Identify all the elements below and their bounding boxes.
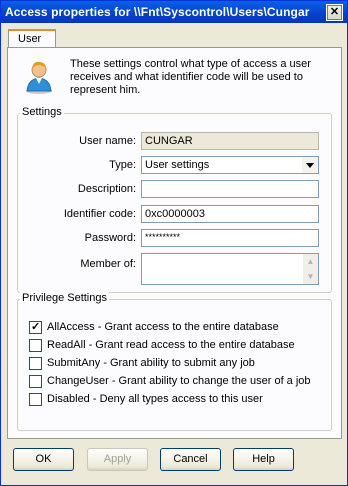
allaccess-checkbox[interactable]: ✓ <box>29 321 42 334</box>
disabled-checkbox[interactable] <box>29 393 42 406</box>
readall-label[interactable]: ReadAll - Grant read access to the entir… <box>47 339 295 351</box>
description-label: Description: <box>77 183 136 195</box>
type-select[interactable]: User settings <box>141 156 319 174</box>
readall-checkbox[interactable] <box>29 339 42 352</box>
user-tab-panel: These settings control what type of acce… <box>7 47 342 439</box>
dialog-window: Access properties for \\Fnt\Syscontrol\U… <box>0 0 348 486</box>
member-of-list[interactable]: ▲ ▼ <box>141 253 319 285</box>
changeuser-checkbox[interactable] <box>29 375 42 388</box>
description-text: These settings control what type of acce… <box>70 58 311 96</box>
disabled-label[interactable]: Disabled - Deny all types access to this… <box>47 393 263 405</box>
user-name-field: CUNGAR <box>141 132 319 150</box>
cancel-button[interactable]: Cancel <box>160 448 221 471</box>
identifier-label: Identifier code: <box>63 208 136 220</box>
window-title: Access properties for \\Fnt\Syscontrol\U… <box>5 5 310 19</box>
tab-user[interactable]: User <box>8 29 56 49</box>
changeuser-label[interactable]: ChangeUser - Grant ability to change the… <box>47 375 311 387</box>
chevron-down-icon[interactable] <box>301 157 318 173</box>
checkmark-icon: ✓ <box>31 321 41 333</box>
help-button[interactable]: Help <box>233 448 294 471</box>
title-bar[interactable]: Access properties for \\Fnt\Syscontrol\U… <box>1 1 347 23</box>
tab-user-label: User <box>18 33 42 45</box>
user-avatar-icon <box>26 61 52 94</box>
password-label: Password: <box>84 232 136 244</box>
scroll-down-icon[interactable]: ▼ <box>303 269 318 284</box>
type-select-value: User settings <box>145 159 210 171</box>
ok-button[interactable]: OK <box>13 448 74 471</box>
scroll-up-icon[interactable]: ▲ <box>303 254 318 269</box>
settings-legend: Settings <box>20 106 64 118</box>
type-label: Type: <box>109 159 136 171</box>
password-field[interactable]: ********** <box>141 229 319 247</box>
privilege-legend: Privilege Settings <box>20 292 109 304</box>
apply-button[interactable]: Apply <box>87 448 148 471</box>
close-button[interactable]: ✕ <box>326 4 343 21</box>
member-of-label: Member of: <box>80 258 136 270</box>
description-field[interactable] <box>141 180 319 198</box>
submitany-checkbox[interactable] <box>29 357 42 370</box>
allaccess-label[interactable]: AllAccess - Grant access to the entire d… <box>47 321 279 333</box>
identifier-field[interactable]: 0xc0000003 <box>141 205 319 223</box>
submitany-label[interactable]: SubmitAny - Grant ability to submit any … <box>47 357 255 369</box>
user-name-label: User name: <box>79 135 136 147</box>
member-of-scrollbar[interactable]: ▲ ▼ <box>303 254 318 284</box>
